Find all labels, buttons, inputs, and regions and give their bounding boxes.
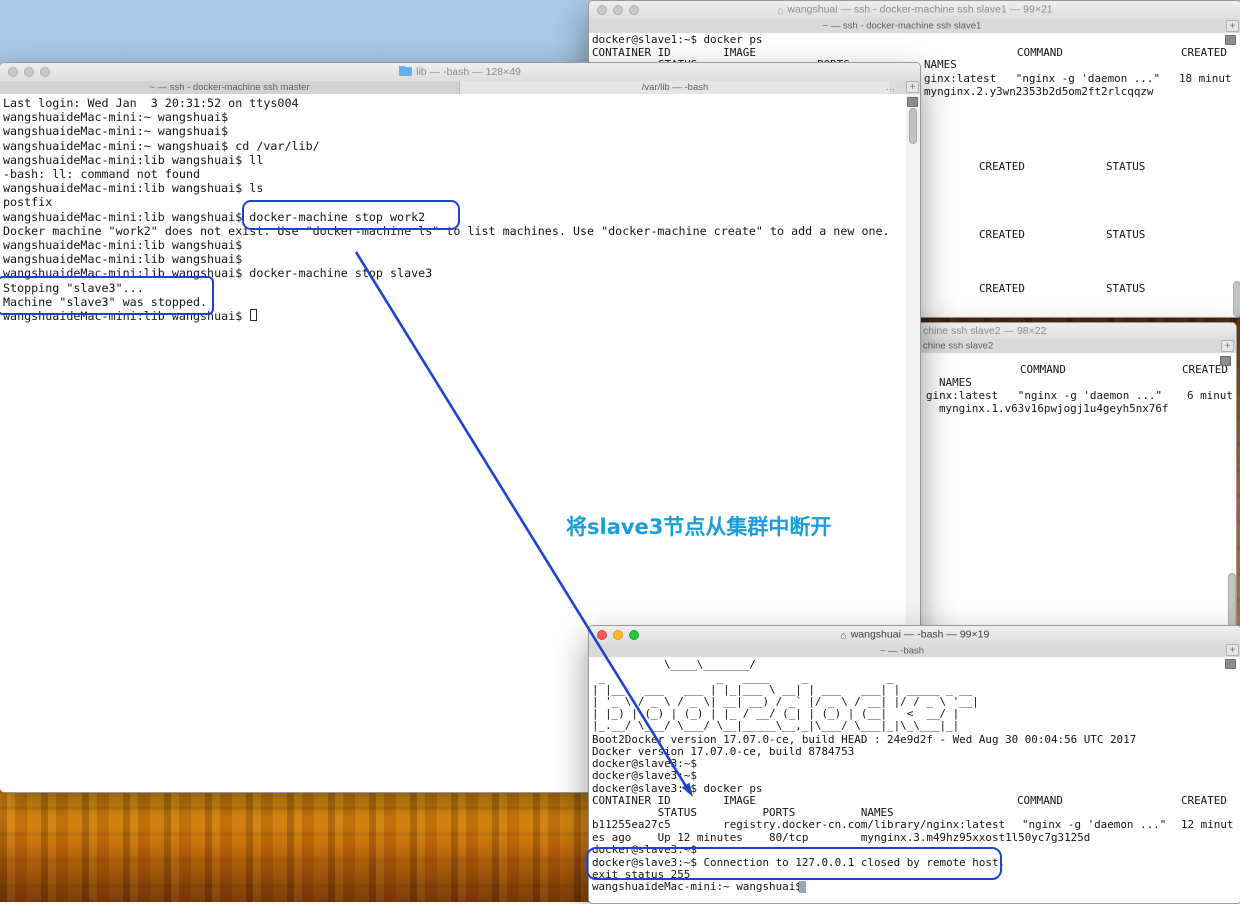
highlight-box-slave3-stopped (0, 276, 214, 315)
terminal-text-fragment: docker@slave1:~$ docker ps (592, 33, 763, 46)
terminal-text-fragment: wangshuaideMac-mini:~ wangshuai$ (592, 880, 809, 893)
pane-marker-icon (907, 97, 918, 107)
window-title: lib — -bash — 128×49 (60, 66, 860, 78)
terminal-text-fragment: mynginx.2.y3wn2353b2d5om2ft2rlcqqzw (924, 85, 1154, 98)
folder-icon (399, 66, 413, 76)
window-controls[interactable] (8, 67, 50, 77)
zoom-button-icon[interactable] (40, 67, 50, 77)
terminal-text-fragment: CREATED (979, 228, 1025, 241)
pane-marker-icon (1220, 356, 1231, 366)
tabbar-master[interactable]: ~ — ssh - docker-machine ssh master /var… (0, 81, 920, 95)
terminal-text-fragment: CREATED (979, 282, 1025, 295)
terminal-text-fragment: docker@slave3:~$ (592, 769, 704, 782)
terminal-text-fragment: 18 minut (1179, 72, 1232, 85)
terminal-text-fragment: COMMAND (1020, 363, 1066, 376)
terminal-text-fragment: ginx:latest "nginx -g 'daemon ..." (924, 72, 1161, 85)
minimize-button-icon[interactable] (24, 67, 34, 77)
terminal-text-fragment: 6 minut (1187, 389, 1233, 402)
terminal-text-fragment: ginx:latest "nginx -g 'daemon ..." (926, 389, 1163, 402)
terminal-text-fragment: STATUS (1106, 282, 1146, 295)
terminal-cursor (250, 309, 257, 321)
terminal-text-fragment: \____\_______/ (664, 658, 756, 671)
terminal-text-fragment: mynginx.1.v63v16pwjogj1u4geyh5nx76f (939, 402, 1169, 415)
tab-ssh-master[interactable]: ~ — ssh - docker-machine ssh master (0, 81, 460, 94)
scrollbar-thumb[interactable] (1228, 573, 1236, 628)
terminal-output: COMMAND CREATED NAMES ginx:latest "nginx -g… (881, 323, 1236, 629)
terminal-window-slave2[interactable]: chine ssh slave2 — 98×22 chine ssh slave… (880, 322, 1237, 630)
pane-marker-icon (1225, 35, 1236, 45)
scrollbar-thumb[interactable] (909, 108, 917, 144)
terminal-text-fragment: 12 minut (1181, 818, 1234, 831)
terminal-text-fragment: STATUS (1106, 228, 1146, 241)
new-tab-button[interactable]: + (906, 81, 919, 93)
titlebar-master[interactable]: lib — -bash — 128×49 (0, 63, 920, 82)
pane-marker-icon (1225, 659, 1236, 669)
terminal-content-slave2[interactable]: COMMAND CREATED NAMES ginx:latest "nginx -g… (881, 353, 1236, 629)
scrollbar-thumb[interactable] (1233, 281, 1240, 317)
terminal-text-fragment: COMMAND (1017, 794, 1063, 807)
terminal-text-fragment: CREATED (1181, 794, 1227, 807)
terminal-text-fragment: NAMES (939, 376, 972, 389)
terminal-text-fragment: "nginx -g 'daemon ..." (1022, 818, 1167, 831)
close-button-icon[interactable] (8, 67, 18, 77)
terminal-text-fragment: CREATED (1181, 46, 1227, 59)
tab-overflow-indicator[interactable]: … (886, 82, 896, 93)
window-title-text: lib — -bash — 128×49 (416, 66, 521, 78)
terminal-text-fragment: CREATED (979, 160, 1025, 173)
terminal-text-fragment: STATUS (1106, 160, 1146, 173)
terminal-text-fragment: |_.__/ \___/ \___/ \__|_____\__,_|\___/ … (592, 719, 960, 732)
annotation-label: 将slave3节点从集群中断开 (566, 515, 832, 539)
terminal-text-fragment: NAMES (924, 58, 957, 71)
terminal-text-fragment: COMMAND (1017, 46, 1063, 59)
terminal-cursor (799, 881, 806, 893)
highlight-box-stop-work2 (242, 200, 460, 230)
terminal-text-fragment: b11255ea27c5 registry.docker-cn.com/libr… (592, 818, 1006, 831)
highlight-box-connection-closed (586, 847, 1002, 880)
tab-var-lib-bash[interactable]: /var/lib — -bash (460, 81, 890, 94)
